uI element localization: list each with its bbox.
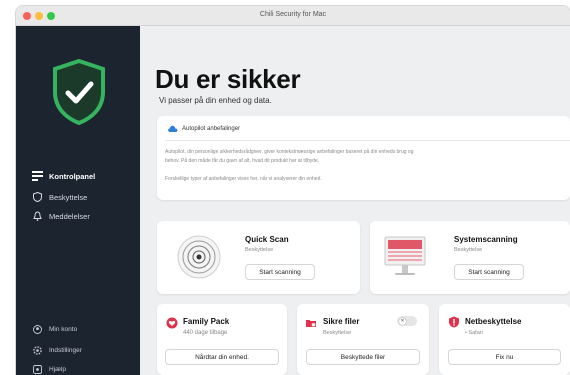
title-bar: Chili Security for Mac [16,6,570,26]
sidebar-item-meddelelser[interactable]: Meddelelser [31,209,90,223]
sidebar-item-label: Kontrolpanel [49,171,96,181]
page-subtitle: Vi passer på din enhed og data. [159,96,272,105]
sidebar-item-hjaelp[interactable]: Hjælp [31,362,66,375]
main-content: Du er sikker Vi passer på din enhed og d… [140,26,570,375]
family-pack-card: Family Pack 440 dage tilbage Nårdtar din… [157,304,287,375]
cloud-icon [168,125,178,132]
card-subtitle: Beskyttelse [323,330,352,336]
radar-icon [177,235,221,279]
sidebar-item-label: Hjælp [49,365,66,373]
quick-scan-start-button[interactable]: Start scanning [245,264,315,280]
bell-icon [31,210,43,222]
card-title: Sikre filer [323,317,360,326]
family-pack-button[interactable]: Nårdtar din enhed. [165,349,279,365]
sidebar-item-min-konto[interactable]: Min konto [31,322,77,336]
safe-files-card: Sikre filer Beskyttelse ✕ Beskyttede fil… [297,304,429,375]
sidebar-item-label: Meddelelser [49,211,90,221]
card-title: Family Pack [183,317,230,326]
sidebar-item-indstillinger[interactable]: Indstillinger [31,343,82,357]
dashboard-icon [31,170,43,182]
sidebar-item-label: Beskyttelse [49,192,88,202]
app-window: Chili Security for Mac Kontrolpanel Besk… [16,6,570,375]
card-subtitle: Beskyttelse [245,247,274,253]
card-subtitle: Beskyttelse [454,247,483,253]
sidebar: Kontrolpanel Beskyttelse Meddelelser Min… [16,26,140,375]
autopilot-recommendations-card: Autopilot anbefalinger Autopilot, din pe… [157,116,570,200]
shield-check-icon [53,58,105,126]
recommendations-text-line: Autopilot, din personlige sikkerhedsrådg… [165,149,414,155]
gear-icon [31,344,43,356]
safe-files-toggle[interactable]: ✕ [397,316,417,326]
sidebar-item-kontrolpanel[interactable]: Kontrolpanel [31,169,95,183]
web-protection-card: Netbeskyttelse • Safari Fix nu [439,304,570,375]
window-title: Chili Security for Mac [259,11,327,18]
card-title: Netbeskyttelse [465,317,522,326]
monitor-icon [384,236,426,275]
sidebar-item-beskyttelse[interactable]: Beskyttelse [31,190,87,204]
heart-icon [166,317,178,329]
page-title: Du er sikker [155,64,301,94]
account-icon [31,323,43,335]
recommendations-text-line: Forskellige typer af anbefalinger vises … [165,176,322,182]
web-protection-fix-button[interactable]: Fix nu [448,349,561,365]
card-title: Systemscanning [454,235,518,244]
system-scan-start-button[interactable]: Start scanning [454,264,524,280]
quick-scan-card: Quick Scan Beskyttelse Start scanning [157,221,360,294]
system-scan-card: Systemscanning Beskyttelse Start scannin… [370,221,570,294]
sidebar-item-label: Min konto [49,325,78,333]
help-icon [31,363,43,375]
card-title: Quick Scan [245,235,289,244]
recommendations-text-line: behov. På den måde får du gavn af alt, h… [165,158,320,164]
shield-outline-icon [31,191,43,203]
recommendations-title: Autopilot anbefalinger [182,126,241,132]
card-subtitle: • Safari [465,330,483,336]
shield-alert-icon [449,316,459,328]
card-subtitle: 440 dage tilbage [183,330,228,336]
divider [165,140,570,141]
folder-lock-icon [306,320,316,327]
safe-files-button[interactable]: Beskyttede filer [306,349,420,365]
toggle-off-icon: ✕ [399,317,406,325]
sidebar-item-label: Indstillinger [49,346,82,354]
